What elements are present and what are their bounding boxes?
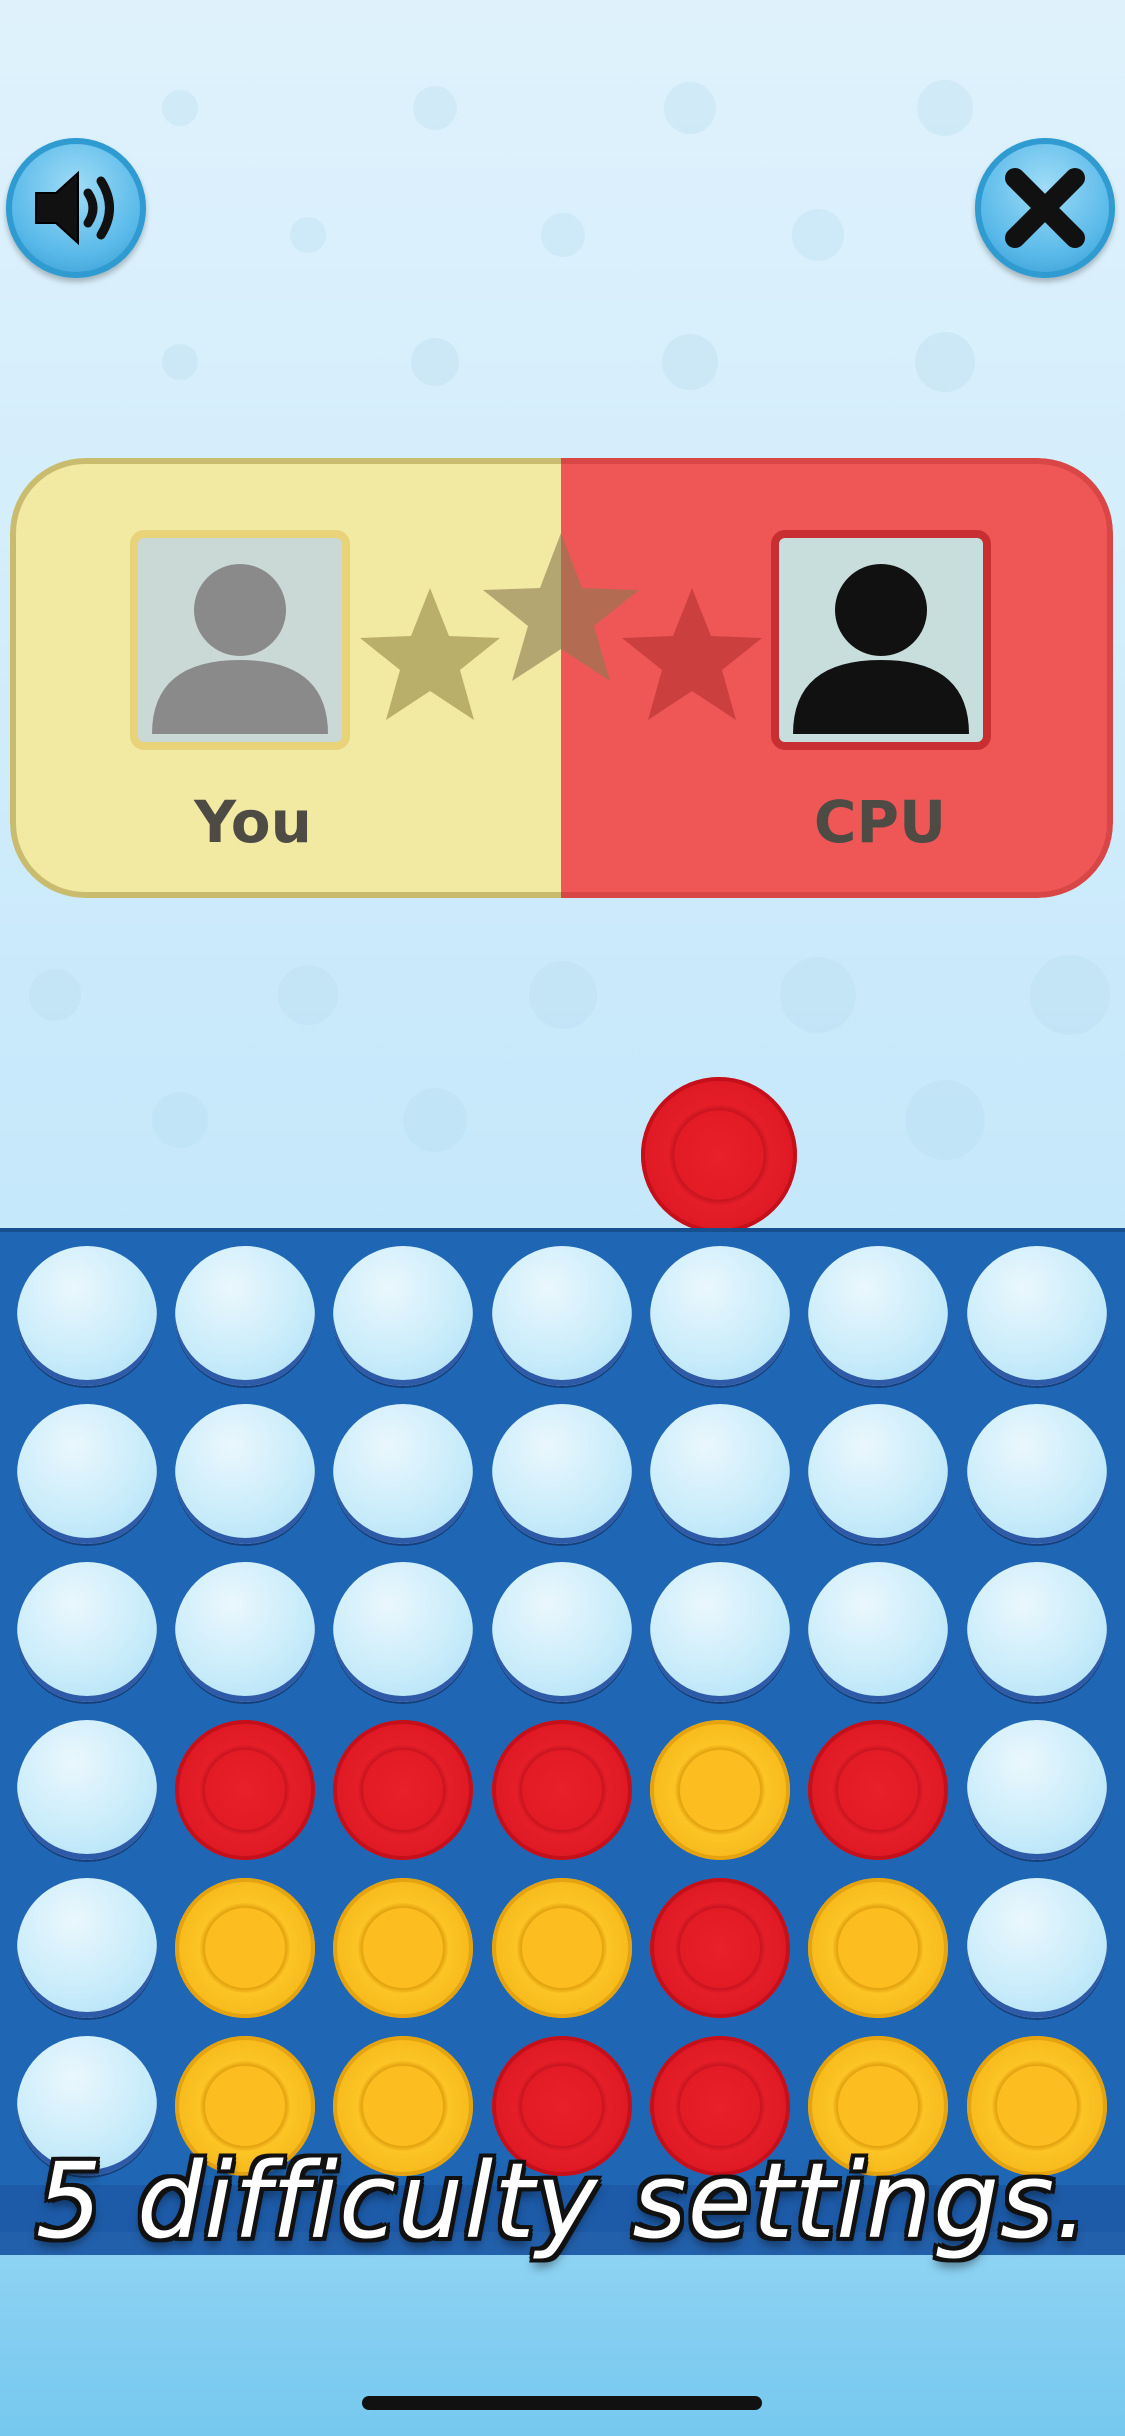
home-indicator[interactable] — [362, 2396, 762, 2410]
board-slot-empty[interactable] — [175, 1246, 315, 1386]
board-slot-empty[interactable] — [808, 1404, 948, 1544]
board-slot-empty[interactable] — [175, 1404, 315, 1544]
board-slot-empty[interactable] — [967, 1562, 1107, 1702]
board-slot-empty[interactable] — [17, 1404, 157, 1544]
board-slot-empty[interactable] — [17, 1720, 157, 1860]
board-slot-empty[interactable] — [967, 1720, 1107, 1860]
board-slot-empty[interactable] — [492, 1404, 632, 1544]
board-slot-empty[interactable] — [17, 1562, 157, 1702]
disc-yellow[interactable] — [808, 1878, 948, 2018]
close-button[interactable] — [975, 138, 1115, 278]
disc-red[interactable] — [492, 1720, 632, 1860]
disc-red[interactable] — [333, 1720, 473, 1860]
person-silhouette-icon — [793, 564, 969, 734]
disc-red[interactable] — [175, 1720, 315, 1860]
disc-red[interactable] — [650, 1878, 790, 2018]
disc-yellow[interactable] — [333, 1878, 473, 2018]
board-slot-empty[interactable] — [650, 1404, 790, 1544]
disc-yellow[interactable] — [650, 1720, 790, 1860]
close-x-icon — [1005, 168, 1085, 248]
board-slot-empty[interactable] — [492, 1246, 632, 1386]
disc-yellow[interactable] — [175, 1878, 315, 2018]
falling-disc[interactable] — [641, 1077, 797, 1233]
scoreboard: You CPU — [10, 458, 1113, 898]
player-two-avatar — [771, 530, 991, 750]
star-icon — [622, 588, 762, 720]
sound-button[interactable] — [6, 138, 146, 278]
board-slot-empty[interactable] — [17, 1878, 157, 2018]
board-slot-empty[interactable] — [967, 1878, 1107, 2018]
speaker-volume-icon — [35, 170, 114, 246]
caption-text: 5 difficulty settings. — [35, 2140, 1090, 2262]
board-slot-empty[interactable] — [808, 1246, 948, 1386]
disc-yellow[interactable] — [492, 1878, 632, 2018]
board-slot-empty[interactable] — [808, 1562, 948, 1702]
star-icon — [483, 533, 639, 681]
board-slot-empty[interactable] — [333, 1562, 473, 1702]
board-slot-empty[interactable] — [967, 1404, 1107, 1544]
board-slot-empty[interactable] — [333, 1404, 473, 1544]
board-slot-empty[interactable] — [967, 1246, 1107, 1386]
board-slot-empty[interactable] — [17, 1246, 157, 1386]
player-two-label: CPU — [813, 788, 947, 856]
disc-red[interactable] — [808, 1720, 948, 1860]
star-icon — [360, 588, 500, 720]
game-board[interactable] — [0, 1228, 1125, 2232]
board-slot-empty[interactable] — [492, 1562, 632, 1702]
board-slot-empty[interactable] — [175, 1562, 315, 1702]
board-slot-empty[interactable] — [333, 1246, 473, 1386]
board-slot-empty[interactable] — [650, 1562, 790, 1702]
board-slot-empty[interactable] — [650, 1246, 790, 1386]
